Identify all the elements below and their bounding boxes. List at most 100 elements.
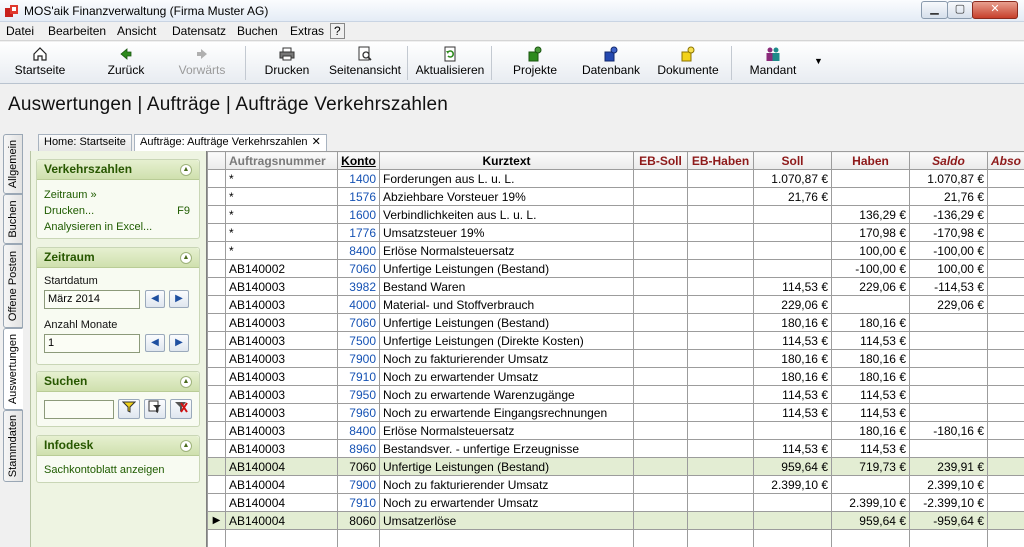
collapse-icon[interactable]: ▲ — [180, 164, 192, 176]
cell-kurztext[interactable]: Umsatzsteuer 19% — [379, 223, 634, 242]
cell-auftragsnummer[interactable]: AB140003 — [225, 313, 338, 332]
cell-abso[interactable] — [987, 331, 1024, 350]
vtab-allgemein[interactable]: Allgemein — [3, 134, 23, 194]
cell-eb-soll[interactable] — [633, 205, 688, 224]
cell-konto[interactable]: 1576 — [337, 187, 380, 206]
col-konto[interactable]: Konto — [337, 151, 380, 170]
projects-button[interactable]: Projekte — [508, 44, 562, 82]
cell-saldo[interactable] — [909, 313, 988, 332]
cell-saldo[interactable]: 1.070,87 € — [909, 169, 988, 188]
cell-kurztext[interactable]: Noch zu erwartender Umsatz — [379, 493, 634, 512]
menu-extras[interactable]: Extras — [290, 24, 324, 38]
row-indicator[interactable] — [207, 349, 226, 368]
vtab-buchen[interactable]: Buchen — [3, 194, 23, 244]
prev-month-button[interactable]: ◀ — [145, 290, 165, 308]
cell-haben[interactable]: 229,06 € — [831, 277, 910, 296]
row-indicator[interactable] — [207, 367, 226, 386]
cell-soll[interactable] — [753, 205, 832, 224]
row-indicator[interactable] — [207, 331, 226, 350]
cell-abso[interactable] — [987, 277, 1024, 296]
clear-filter-button[interactable] — [170, 399, 192, 419]
cell-eb-haben[interactable] — [687, 223, 754, 242]
cell-auftragsnummer[interactable]: AB140003 — [225, 439, 338, 458]
cell-abso[interactable] — [987, 367, 1024, 386]
cell-eb-soll[interactable] — [633, 223, 688, 242]
col-saldo[interactable]: Saldo — [909, 151, 988, 170]
col-eb-soll[interactable]: EB-Soll — [633, 151, 688, 170]
home-button[interactable]: Startseite — [10, 44, 70, 82]
cell-saldo[interactable]: 100,00 € — [909, 259, 988, 278]
cell-eb-haben[interactable] — [687, 475, 754, 494]
table-row[interactable]: AB140003 8960 Bestandsver. - unfertige Erz… — [207, 439, 1024, 458]
vtab-offene-posten[interactable]: Offene Posten — [3, 244, 23, 328]
section-header[interactable]: Verkehrszahlen ▲ — [37, 160, 199, 180]
cell-kurztext[interactable]: Umsatzerlöse — [379, 511, 634, 530]
cell-haben[interactable]: 136,29 € — [831, 205, 910, 224]
cell-eb-haben[interactable] — [687, 403, 754, 422]
cell-saldo[interactable] — [909, 367, 988, 386]
refresh-button[interactable]: Aktualisieren — [413, 44, 487, 82]
cell-eb-soll[interactable] — [633, 439, 688, 458]
cell-abso[interactable] — [987, 313, 1024, 332]
cell-abso[interactable] — [987, 439, 1024, 458]
cell-abso[interactable] — [987, 223, 1024, 242]
cell-soll[interactable] — [753, 493, 832, 512]
cell-haben[interactable]: 719,73 € — [831, 457, 910, 476]
cell-abso[interactable] — [987, 169, 1024, 188]
cell-saldo[interactable] — [909, 385, 988, 404]
cell-kurztext[interactable]: Erlöse Normalsteuersatz — [379, 241, 634, 260]
cell-kurztext[interactable]: Unfertige Leistungen (Direkte Kosten) — [379, 331, 634, 350]
collapse-icon[interactable]: ▲ — [180, 440, 192, 452]
cell-eb-haben[interactable] — [687, 277, 754, 296]
cell-soll[interactable]: 180,16 € — [753, 367, 832, 386]
cell-saldo[interactable] — [909, 349, 988, 368]
row-indicator[interactable] — [207, 241, 226, 260]
table-row[interactable]: * 8400 Erlöse Normalsteuersatz 100,00 € -100… — [207, 241, 1024, 260]
cell-auftragsnummer[interactable]: AB140003 — [225, 331, 338, 350]
cell-eb-soll[interactable] — [633, 259, 688, 278]
startdatum-field[interactable]: März 2014 — [44, 290, 140, 309]
menu-datei[interactable]: Datei — [6, 24, 34, 38]
cell-konto[interactable]: 8960 — [337, 439, 380, 458]
cell-konto[interactable]: 7910 — [337, 367, 380, 386]
section-header[interactable]: Zeitraum ▲ — [37, 248, 199, 268]
cell-eb-soll[interactable] — [633, 169, 688, 188]
cell-kurztext[interactable]: Bestandsver. - unfertige Erzeugnisse — [379, 439, 634, 458]
cell-eb-haben[interactable] — [687, 295, 754, 314]
cell-soll[interactable] — [753, 223, 832, 242]
table-row[interactable]: AB140003 7950 Noch zu erwartende Warenzugä… — [207, 385, 1024, 404]
table-row[interactable]: * 1400 Forderungen aus L. u. L. 1.070,87 € 1… — [207, 169, 1024, 188]
cell-haben[interactable]: 180,16 € — [831, 349, 910, 368]
cell-eb-soll[interactable] — [633, 277, 688, 296]
cell-auftragsnummer[interactable]: * — [225, 205, 338, 224]
cell-konto[interactable]: 7060 — [337, 313, 380, 332]
cell-konto[interactable]: 8060 — [337, 511, 380, 530]
row-indicator[interactable]: ▶ — [207, 511, 226, 530]
cell-eb-soll[interactable] — [633, 241, 688, 260]
cell-saldo[interactable]: 239,91 € — [909, 457, 988, 476]
cell-konto[interactable]: 7910 — [337, 493, 380, 512]
cell-konto[interactable]: 3982 — [337, 277, 380, 296]
cell-kurztext[interactable]: Noch zu erwartende Warenzugänge — [379, 385, 634, 404]
cell-abso[interactable] — [987, 421, 1024, 440]
cell-eb-haben[interactable] — [687, 259, 754, 278]
cell-kurztext[interactable]: Verbindlichkeiten aus L. u. L. — [379, 205, 634, 224]
vtab-auswertungen[interactable]: Auswertungen — [3, 328, 23, 410]
cell-abso[interactable] — [987, 205, 1024, 224]
cell-konto[interactable]: 7950 — [337, 385, 380, 404]
cell-saldo[interactable]: -2.399,10 € — [909, 493, 988, 512]
cell-eb-haben[interactable] — [687, 367, 754, 386]
vtab-stammdaten[interactable]: Stammdaten — [3, 410, 23, 482]
row-indicator[interactable] — [207, 403, 226, 422]
table-row[interactable]: * 1576 Abziehbare Vorsteuer 19% 21,76 € 21,7… — [207, 187, 1024, 206]
cell-konto[interactable]: 7900 — [337, 349, 380, 368]
decrease-months-button[interactable]: ◀ — [145, 334, 165, 352]
cell-haben[interactable]: 2.399,10 € — [831, 493, 910, 512]
cell-auftragsnummer[interactable]: AB140003 — [225, 349, 338, 368]
row-indicator[interactable] — [207, 439, 226, 458]
menu-datensatz[interactable]: Datensatz — [172, 24, 226, 38]
cell-soll[interactable]: 114,53 € — [753, 439, 832, 458]
cell-soll[interactable] — [753, 421, 832, 440]
cell-konto[interactable]: 7500 — [337, 331, 380, 350]
cell-kurztext[interactable]: Material- und Stoffverbrauch — [379, 295, 634, 314]
